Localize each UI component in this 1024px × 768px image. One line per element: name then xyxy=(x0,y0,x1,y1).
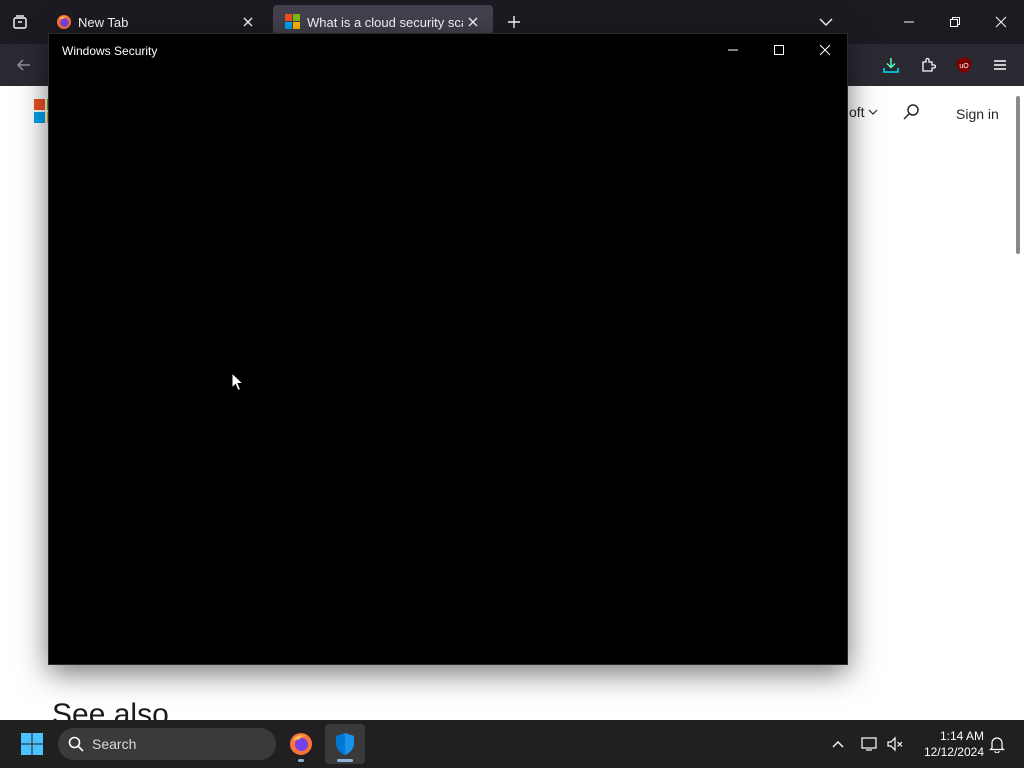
app-menu-button[interactable] xyxy=(985,50,1015,80)
firefox-icon xyxy=(290,733,312,755)
close-button[interactable] xyxy=(802,34,848,66)
see-also-heading: See also xyxy=(52,698,169,720)
notifications-button[interactable] xyxy=(985,732,1009,756)
clock-date: 12/12/2024 xyxy=(923,745,984,759)
window-title: Windows Security xyxy=(62,44,158,58)
download-icon xyxy=(883,58,899,73)
browser-minimize-button[interactable] xyxy=(886,0,932,44)
mouse-cursor-icon xyxy=(231,372,245,392)
maximize-button[interactable] xyxy=(756,34,802,66)
close-icon xyxy=(995,16,1007,28)
downloads-button[interactable] xyxy=(876,50,906,80)
plus-icon xyxy=(508,16,520,28)
tab-title: New Tab xyxy=(78,14,129,30)
chevron-down-icon xyxy=(868,109,878,115)
menu-icon xyxy=(994,60,1006,70)
chevron-down-icon xyxy=(819,18,833,26)
taskbar: Search 1:14 AM 12/12/2024 xyxy=(0,720,1024,768)
monitor-icon xyxy=(861,737,877,751)
taskbar-clock[interactable]: 1:14 AM 12/12/2024 xyxy=(916,728,984,760)
close-icon xyxy=(243,17,253,27)
list-all-tabs-button[interactable] xyxy=(812,8,840,36)
search-label: Search xyxy=(92,736,137,752)
microsoft-icon xyxy=(285,14,301,30)
firefox-view-icon xyxy=(13,15,27,29)
new-tab-button[interactable] xyxy=(500,8,528,36)
taskbar-app-windows-security[interactable] xyxy=(325,724,365,764)
browser-restore-button[interactable] xyxy=(932,0,978,44)
restore-icon xyxy=(950,17,960,27)
page-scrollbar[interactable] xyxy=(1016,96,1020,254)
extensions-button[interactable] xyxy=(913,50,943,80)
maximize-icon xyxy=(774,45,784,55)
chevron-up-icon xyxy=(832,741,844,748)
browser-close-button[interactable] xyxy=(978,0,1024,44)
arrow-left-icon xyxy=(16,59,30,71)
minimize-button[interactable] xyxy=(710,34,756,66)
search-icon xyxy=(68,736,84,752)
ublock-badge: uO xyxy=(959,63,969,70)
search-icon[interactable] xyxy=(902,103,920,121)
firefox-icon xyxy=(57,15,71,29)
clock-time: 1:14 AM xyxy=(939,729,984,743)
close-icon xyxy=(468,17,478,27)
display-tray-icon[interactable] xyxy=(858,732,882,756)
firefox-view-button[interactable] xyxy=(4,6,36,38)
taskbar-app-firefox[interactable] xyxy=(281,724,321,764)
taskbar-search-box[interactable]: Search xyxy=(58,728,276,760)
back-button[interactable] xyxy=(9,50,39,80)
windows-security-icon xyxy=(336,733,354,755)
ublock-button[interactable]: uO xyxy=(949,50,979,80)
network-volume-tray-icon[interactable] xyxy=(883,732,907,756)
running-indicator xyxy=(298,759,304,762)
active-indicator xyxy=(337,759,353,762)
site-nav-microsoft-menu[interactable]: oft xyxy=(849,104,865,120)
close-tab-button[interactable] xyxy=(463,12,483,32)
bell-icon xyxy=(989,737,1005,753)
tab-title: What is a cloud security scan? · xyxy=(307,14,463,30)
close-icon xyxy=(819,44,831,56)
sign-in-link[interactable]: Sign in xyxy=(956,106,999,122)
windows-security-window[interactable]: Windows Security xyxy=(48,33,848,665)
minimize-icon xyxy=(904,21,914,23)
close-tab-button[interactable] xyxy=(238,12,258,32)
ublock-icon: uO xyxy=(957,57,971,73)
windows-logo-icon xyxy=(21,733,43,755)
extensions-icon xyxy=(922,57,936,72)
minimize-icon xyxy=(728,49,738,51)
volume-muted-icon xyxy=(887,736,903,752)
show-hidden-icons-button[interactable] xyxy=(826,732,850,756)
start-button[interactable] xyxy=(14,726,50,762)
